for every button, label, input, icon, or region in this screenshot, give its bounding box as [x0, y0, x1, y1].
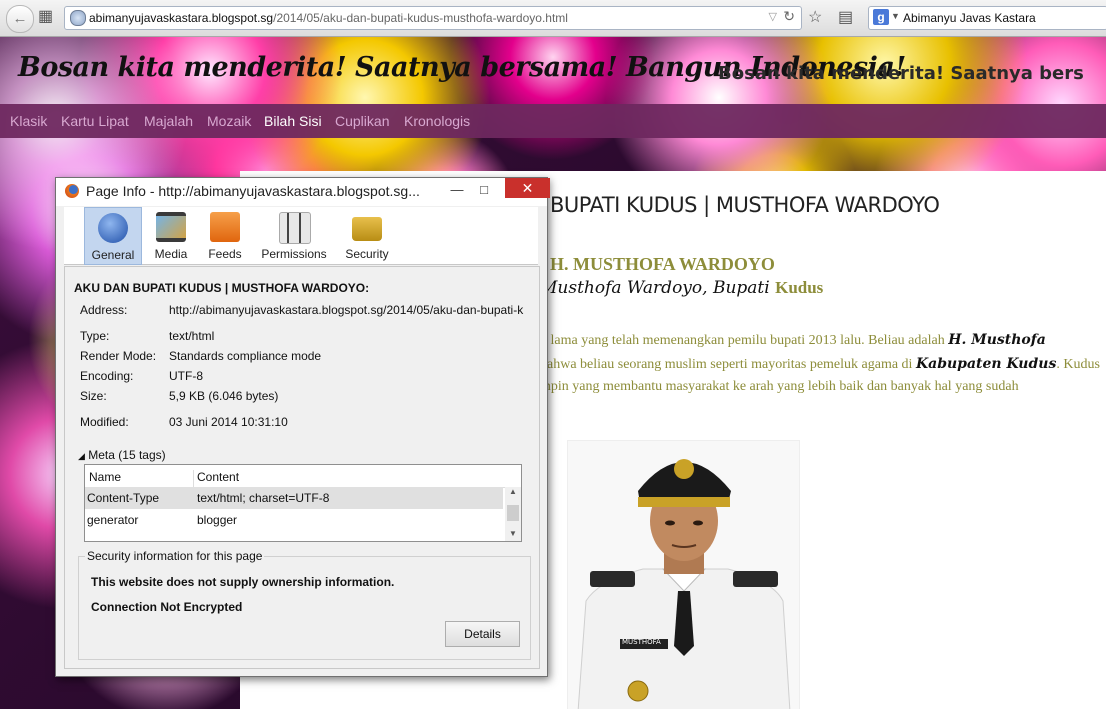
bookmark-star-icon[interactable]: ☆: [808, 7, 822, 27]
modified-value[interactable]: 03 Juni 2014 10:31:10: [169, 415, 288, 429]
search-bar[interactable]: g ▼ Abimanyu Javas Kastara: [868, 6, 1106, 30]
connection-text: Connection Not Encrypted: [91, 600, 243, 614]
padlock-icon: [352, 217, 382, 241]
menu-item-majalah[interactable]: Majalah: [144, 113, 193, 129]
type-value[interactable]: text/html: [169, 329, 214, 343]
meta-table: Name Content Content-Type text/html; cha…: [84, 464, 522, 542]
browser-toolbar: ← ▦ abimanyujavaskastara.blogspot.sg/201…: [0, 0, 1106, 37]
field-label: Render Mode:: [80, 349, 157, 363]
encoding-value[interactable]: UTF-8: [169, 369, 203, 383]
post-subline: Musthofa Wardoyo, Bupati Kudus: [540, 278, 824, 298]
size-value[interactable]: 5,9 KB (6.046 bytes): [169, 389, 278, 403]
menu-item-cuplikan[interactable]: Cuplikan: [335, 113, 389, 129]
url-dropdown-icon[interactable]: ▽: [769, 10, 777, 23]
name-tag-label: MUSTHOFA: [622, 638, 661, 646]
post-subheading: H. MUSTHOFA WARDOYO: [550, 254, 775, 274]
security-legend: Security information for this page: [85, 549, 265, 563]
menu-item-mozaik[interactable]: Mozaik: [207, 113, 251, 129]
column-header-name[interactable]: Name: [89, 470, 121, 484]
info-tabs: General Media Feeds Permissions Security: [64, 207, 538, 265]
info-icon: [98, 213, 128, 243]
address-bar[interactable]: abimanyujavaskastara.blogspot.sg/2014/05…: [64, 6, 802, 30]
general-panel: AKU DAN BUPATI KUDUS | MUSTHOFA WARDOYO:…: [64, 266, 540, 669]
post-title[interactable]: BUPATI KUDUS | MUSTHOFA WARDOYO: [550, 193, 940, 217]
bookmarks-icon[interactable]: ▤: [838, 7, 853, 27]
field-label: Modified:: [80, 415, 129, 429]
page-title-label: AKU DAN BUPATI KUDUS | MUSTHOFA WARDOYO:: [74, 281, 370, 295]
meta-toggle[interactable]: ◢ Meta (15 tags): [78, 448, 166, 462]
view-menu: Klasik Kartu Lipat Majalah Mozaik Bilah …: [0, 104, 1106, 138]
field-label: Size:: [80, 389, 107, 403]
tab-groups-icon[interactable]: ▦: [38, 6, 53, 26]
dialog-titlebar[interactable]: Page Info - http://abimanyujavaskastara.…: [56, 178, 550, 206]
maximize-icon[interactable]: □: [474, 180, 494, 200]
google-icon[interactable]: g: [873, 9, 889, 25]
security-section: Security information for this page This …: [78, 549, 531, 660]
scroll-up-icon[interactable]: ▲: [509, 487, 517, 496]
tab-security[interactable]: Security: [340, 207, 394, 263]
field-label: Address:: [80, 303, 128, 317]
field-label: Type:: [80, 329, 110, 343]
address-value[interactable]: http://abimanyujavaskastara.blogspot.sg/…: [169, 303, 523, 317]
post-paragraph-line: mpin yang membantu masyarakat ke arah ya…: [540, 379, 1019, 394]
meta-scrollbar[interactable]: ▲ ▼: [505, 487, 521, 541]
tab-general[interactable]: General: [84, 207, 142, 265]
scroll-down-icon[interactable]: ▼: [509, 529, 517, 538]
search-engine-dropdown-icon[interactable]: ▼: [891, 11, 900, 21]
tab-media[interactable]: Media: [148, 207, 194, 263]
meta-section: ◢ Meta (15 tags) Name Content Content-Ty…: [78, 448, 525, 546]
column-header-content[interactable]: Content: [197, 470, 239, 484]
firefox-icon: [65, 184, 79, 198]
render-mode-value[interactable]: Standards compliance mode: [169, 349, 321, 363]
menu-item-bilah-sisi[interactable]: Bilah Sisi: [264, 113, 322, 129]
reload-icon[interactable]: ↻: [783, 8, 795, 25]
rss-icon: [210, 212, 240, 242]
close-icon[interactable]: ✕: [505, 178, 550, 198]
minimize-icon[interactable]: —: [447, 180, 467, 200]
scrollbar-thumb[interactable]: [507, 505, 519, 521]
ownership-text: This website does not supply ownership i…: [91, 575, 395, 589]
table-row[interactable]: generator blogger: [85, 509, 503, 531]
search-value: Abimanyu Javas Kastara: [903, 11, 1036, 25]
post-paragraph-line: n lama yang telah memenangkan pemilu bup…: [540, 332, 1046, 348]
globe-icon: [70, 10, 86, 26]
details-button[interactable]: Details: [445, 621, 520, 647]
menu-item-kartu-lipat[interactable]: Kartu Lipat: [61, 113, 129, 129]
tab-feeds[interactable]: Feeds: [202, 207, 248, 263]
post-paragraph-line: bahwa beliau seorang muslim seperti mayo…: [540, 356, 1100, 372]
url-text: abimanyujavaskastara.blogspot.sg/2014/05…: [89, 11, 568, 25]
tab-permissions[interactable]: Permissions: [256, 207, 332, 263]
page-info-dialog: Page Info - http://abimanyujavaskastara.…: [55, 177, 550, 677]
meta-table-header: Name Content: [85, 465, 521, 492]
banner-marquee: Bosan kita menderita! Saatnya bers: [718, 63, 1084, 84]
film-icon: [156, 212, 186, 242]
dialog-title: Page Info - http://abimanyujavaskastara.…: [86, 183, 420, 199]
menu-item-klasik[interactable]: Klasik: [10, 113, 47, 129]
menu-item-kronologis[interactable]: Kronologis: [404, 113, 470, 129]
permissions-icon: [279, 212, 311, 244]
back-button[interactable]: ←: [6, 5, 34, 33]
official-portrait-photo: MUSTHOFA: [567, 440, 800, 709]
collapse-triangle-icon: ◢: [78, 451, 85, 461]
field-label: Encoding:: [80, 369, 134, 383]
table-row[interactable]: Content-Type text/html; charset=UTF-8: [85, 487, 503, 509]
